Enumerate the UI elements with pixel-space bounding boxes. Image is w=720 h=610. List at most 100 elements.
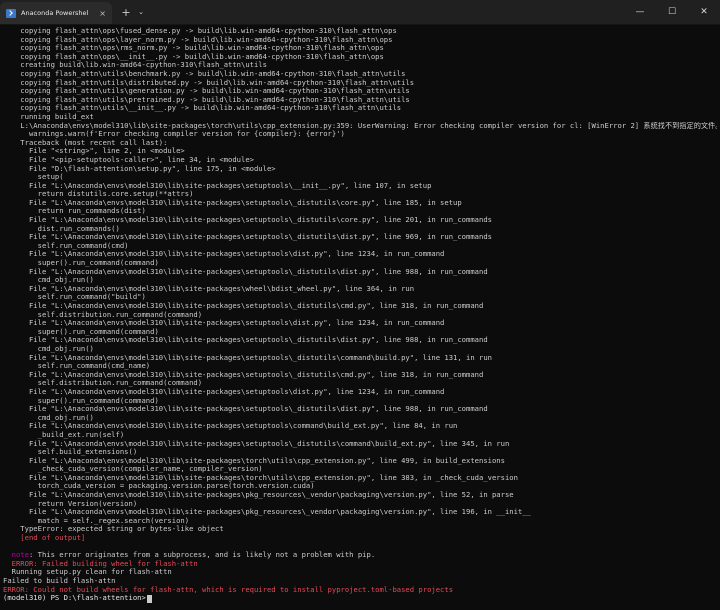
tab-anaconda-powershell[interactable]: Anaconda Powershell Prompt × (0, 2, 112, 24)
terminal-line: File "L:\Anaconda\envs\model310\lib\site… (3, 285, 717, 294)
terminal-line: L:\Anaconda\envs\model310\lib\site-packa… (3, 122, 717, 131)
terminal-line: copying flash_attn\utils\generation.py -… (3, 87, 717, 96)
terminal-line: dist.run_commands() (3, 225, 717, 234)
terminal-line: return Version(version) (3, 500, 717, 509)
line-text: super().run_command(command) (3, 396, 159, 405)
command-prompt[interactable]: (model310) PS D:\flash-attention> (3, 594, 717, 603)
line-text: File "L:\Anaconda\envs\model310\lib\site… (3, 302, 484, 310)
new-tab-button[interactable]: + (118, 4, 134, 20)
line-text: return run_commands(dist) (3, 207, 146, 216)
maximize-button[interactable]: ☐ (656, 0, 688, 24)
title-bar[interactable]: Anaconda Powershell Prompt × + ⌄ — ☐ ✕ (0, 0, 720, 25)
terminal-line: File "L:\Anaconda\envs\model310\lib\site… (3, 457, 717, 466)
terminal-line: copying flash_attn\utils\benchmark.py ->… (3, 70, 717, 79)
error-line: ERROR: Failed building wheel for flash-a… (3, 560, 717, 569)
terminal-line: File "L:\Anaconda\envs\model310\lib\site… (3, 199, 717, 208)
terminal-line: copying flash_attn\ops\__init__.py -> bu… (3, 53, 717, 62)
terminal-line: File "<pip-setuptools-caller>", line 34,… (3, 156, 717, 165)
line-text: cmd_obj.run() (3, 413, 94, 422)
line-text: super().run_command(command) (3, 259, 159, 268)
line-text: copying flash_attn\utils\benchmark.py ->… (3, 69, 406, 78)
line-text: cmd_obj.run() (3, 344, 94, 353)
line-text: File "L:\Anaconda\envs\model310\lib\site… (3, 387, 445, 396)
line-text: _build_ext.run(self) (3, 430, 125, 439)
line-text: Failed to build flash-attn (3, 577, 116, 585)
terminal-line: File "<string>", line 2, in <module> (3, 147, 717, 156)
terminal-line: File "L:\Anaconda\envs\model310\lib\site… (3, 250, 717, 259)
terminal-line: self.run_command("build") (3, 293, 717, 302)
line-text: File "D:\flash-attention\setup.py", line… (3, 164, 276, 173)
terminal-line: File "L:\Anaconda\envs\model310\lib\site… (3, 474, 717, 483)
terminal-line: self.distribution.run_command(command) (3, 379, 717, 388)
window-controls: — ☐ ✕ (624, 0, 720, 24)
powershell-icon (6, 8, 16, 18)
terminal-line: Running setup.py clean for flash-attn (3, 568, 717, 577)
line-text: match = self._regex.search(version) (3, 516, 190, 525)
line-text: running build_ext (3, 112, 94, 121)
terminal-line: cmd_obj.run() (3, 414, 717, 423)
line-text: File "L:\Anaconda\envs\model310\lib\site… (3, 370, 484, 379)
terminal-line: copying flash_attn\ops\fused_dense.py ->… (3, 27, 717, 36)
line-text: File "L:\Anaconda\envs\model310\lib\site… (3, 319, 445, 328)
line-text: ERROR: Could not build wheels for flash-… (3, 585, 454, 594)
terminal-line: File "L:\Anaconda\envs\model310\lib\site… (3, 182, 717, 191)
terminal-line: File "L:\Anaconda\envs\model310\lib\site… (3, 216, 717, 225)
line-text: self.build_extensions() (3, 448, 138, 457)
line-text: self.run_command("build") (3, 293, 146, 302)
line-text: dist.run_commands() (3, 224, 120, 233)
line-text: File "L:\Anaconda\envs\model310\lib\site… (3, 284, 415, 293)
text-cursor (146, 594, 152, 603)
line-text: copying flash_attn\ops\fused_dense.py ->… (3, 27, 397, 35)
terminal-line: match = self._regex.search(version) (3, 517, 717, 526)
terminal-line: self.build_extensions() (3, 448, 717, 457)
line-text: copying flash_attn\utils\generation.py -… (3, 87, 410, 96)
terminal-line: self.run_command(cmd) (3, 242, 717, 251)
note-label: note (3, 551, 29, 560)
terminal-line: Traceback (most recent call last): (3, 139, 717, 148)
minimize-button[interactable]: — (624, 0, 656, 24)
terminal-line: copying flash_attn\utils\distributed.py … (3, 79, 717, 88)
chevron-down-icon[interactable]: ⌄ (134, 4, 148, 20)
terminal-line: cmd_obj.run() (3, 345, 717, 354)
terminal-line: _build_ext.run(self) (3, 431, 717, 440)
line-text: setup( (3, 173, 64, 182)
line-text: _check_cuda_version(compiler_name, compi… (3, 465, 263, 474)
line-text: File "L:\Anaconda\envs\model310\lib\site… (3, 353, 492, 362)
terminal-line: TypeError: expected string or bytes-like… (3, 525, 717, 534)
line-text: self.run_command(cmd) (3, 241, 129, 250)
terminal-line: self.distribution.run_command(command) (3, 311, 717, 320)
terminal-line: File "L:\Anaconda\envs\model310\lib\site… (3, 336, 717, 345)
terminal-line: File "L:\Anaconda\envs\model310\lib\site… (3, 233, 717, 242)
line-text: creating build\lib.win-amd64-cpython-310… (3, 61, 267, 70)
line-text: self.distribution.run_command(command) (3, 379, 203, 388)
terminal-line: copying flash_attn\ops\layer_norm.py -> … (3, 36, 717, 45)
line-text: Running setup.py clean for flash-attn (3, 568, 172, 577)
terminal-line: setup( (3, 173, 717, 182)
terminal-line: running build_ext (3, 113, 717, 122)
line-text: File "L:\Anaconda\envs\model310\lib\site… (3, 422, 458, 431)
error-line: ERROR: Could not build wheels for flash-… (3, 586, 717, 595)
terminal-output[interactable]: copying flash_attn\ops\fused_dense.py ->… (0, 25, 720, 610)
line-text: File "L:\Anaconda\envs\model310\lib\site… (3, 336, 488, 345)
line-text: return Version(version) (3, 499, 138, 508)
line-text: cmd_obj.run() (3, 276, 94, 285)
line-text: File "L:\Anaconda\envs\model310\lib\site… (3, 508, 531, 517)
line-text: File "L:\Anaconda\envs\model310\lib\site… (3, 198, 462, 207)
terminal-line: File "L:\Anaconda\envs\model310\lib\site… (3, 422, 717, 431)
line-text: File "L:\Anaconda\envs\model310\lib\site… (3, 267, 488, 276)
terminal-line: copying flash_attn\ops\rms_norm.py -> bu… (3, 44, 717, 53)
terminal-line: return distutils.core.setup(**attrs) (3, 190, 717, 199)
line-text: copying flash_attn\ops\rms_norm.py -> bu… (3, 44, 384, 53)
close-button[interactable]: ✕ (688, 0, 720, 24)
line-text: torch_cuda_version = packaging.version.p… (3, 482, 315, 491)
terminal-line: File "D:\flash-attention\setup.py", line… (3, 165, 717, 174)
line-text: (model310) PS D:\flash-attention> (3, 594, 146, 603)
terminal-line: self.run_command(cmd_name) (3, 362, 717, 371)
line-text: warnings.warn(f'Error checking compiler … (3, 130, 345, 139)
line-text: File "L:\Anaconda\envs\model310\lib\site… (3, 233, 492, 242)
terminal-line: File "L:\Anaconda\envs\model310\lib\site… (3, 388, 717, 397)
tab-close-icon[interactable]: × (99, 9, 106, 18)
line-text: copying flash_attn\utils\pretrained.py -… (3, 95, 410, 104)
line-text: File "L:\Anaconda\envs\model310\lib\site… (3, 439, 510, 448)
